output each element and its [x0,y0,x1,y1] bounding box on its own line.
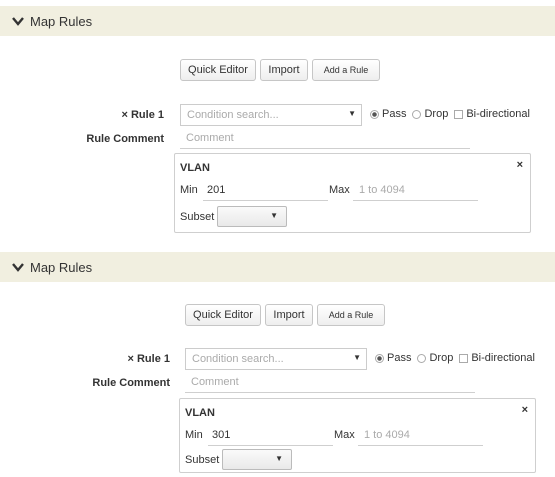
chevron-down-icon[interactable] [10,259,26,275]
subset-label: Subset [185,454,220,466]
bidirectional-checkbox[interactable] [459,353,469,363]
max-placeholder: 1 to 4094 [359,184,405,196]
panel-title: Map Rules [30,13,93,29]
condition-search-placeholder: Condition search... [187,109,279,121]
bidirectional-label: Bi-directional [471,352,535,364]
max-label: Max [334,429,355,441]
rule-action-group: Pass Drop Bi-directional [375,352,535,364]
max-placeholder: 1 to 4094 [364,429,410,441]
drop-label: Drop [424,108,449,120]
panel-title: Map Rules [30,259,93,275]
comment-placeholder: Comment [186,132,234,144]
condition-search-placeholder: Condition search... [192,353,284,365]
condition-search-select[interactable]: Condition search... ▼ [180,104,362,126]
caret-down-icon: ▼ [353,353,361,362]
rule-comment-label: Rule Comment [92,377,170,389]
import-button[interactable]: Import [260,59,308,81]
min-label: Min [185,429,203,441]
map-rules-panel-2: Map Rules Quick Editor Import Add a Rule… [0,252,555,473]
bidirectional-checkbox[interactable] [454,109,464,119]
caret-down-icon: ▼ [270,211,278,220]
rule-comment-label: Rule Comment [86,133,164,145]
vlan-card: VLAN × Min 201 Max 1 to 4094 Subset ▼ [174,153,531,233]
vlan-max-input[interactable]: 1 to 4094 [353,181,478,201]
add-rule-button[interactable]: Add a Rule [312,59,380,81]
comment-placeholder: Comment [191,376,239,388]
close-icon[interactable]: × [517,159,523,171]
import-button[interactable]: Import [265,304,313,326]
vlan-min-input[interactable]: 301 [208,426,333,446]
add-rule-button[interactable]: Add a Rule [317,304,385,326]
quick-editor-button[interactable]: Quick Editor [180,59,256,81]
remove-rule-icon[interactable]: × [122,109,128,121]
close-icon[interactable]: × [522,404,528,416]
vlan-title: VLAN [180,162,210,174]
remove-rule-icon[interactable]: × [128,353,134,365]
condition-search-select[interactable]: Condition search... ▼ [185,348,367,370]
vlan-max-input[interactable]: 1 to 4094 [358,426,483,446]
rule-comment-input[interactable]: Comment [180,129,470,149]
bidirectional-label: Bi-directional [466,108,530,120]
subset-select[interactable]: ▼ [217,206,287,227]
panel-header[interactable]: Map Rules [0,6,555,36]
vlan-card: VLAN × Min 301 Max 1 to 4094 Subset ▼ [179,398,536,473]
vlan-min-input[interactable]: 201 [203,181,328,201]
subset-select[interactable]: ▼ [222,449,292,470]
pass-label: Pass [382,108,407,120]
min-value: 301 [212,429,231,441]
pass-radio[interactable] [375,353,384,363]
drop-radio[interactable] [417,353,427,363]
rule-label: × Rule 1 [121,109,164,121]
map-rules-panel-1: Map Rules Quick Editor Import Add a Rule… [0,6,555,233]
caret-down-icon: ▼ [348,109,356,118]
drop-radio[interactable] [412,109,422,119]
pass-radio[interactable] [370,109,379,119]
caret-down-icon: ▼ [275,454,283,463]
min-value: 201 [207,184,226,196]
rule-label: × Rule 1 [127,353,170,365]
rule-action-group: Pass Drop Bi-directional [370,108,530,120]
subset-label: Subset [180,211,215,223]
rule-comment-input[interactable]: Comment [185,373,475,393]
panel-header[interactable]: Map Rules [0,252,555,282]
max-label: Max [329,184,350,196]
drop-label: Drop [429,352,454,364]
pass-label: Pass [387,352,412,364]
vlan-title: VLAN [185,407,215,419]
min-label: Min [180,184,198,196]
quick-editor-button[interactable]: Quick Editor [185,304,261,326]
chevron-down-icon[interactable] [10,13,26,29]
